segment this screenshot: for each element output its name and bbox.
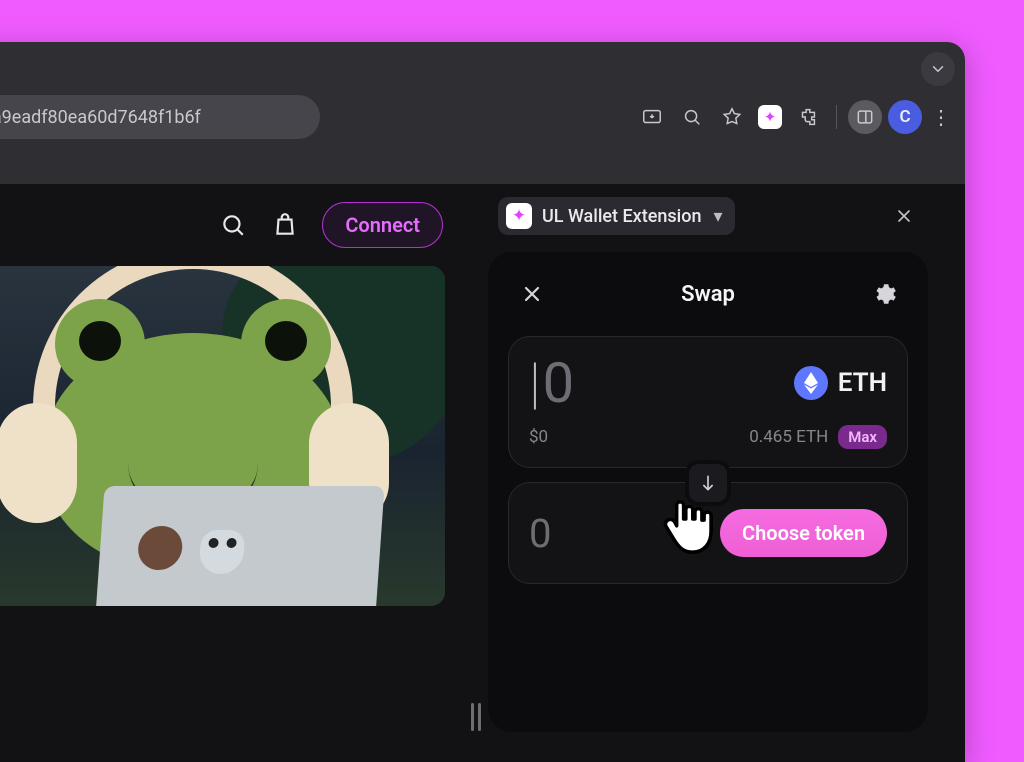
wallet-side-panel: ✦ UL Wallet Extension ▾ Swap xyxy=(488,194,928,762)
bookmark-star-icon[interactable] xyxy=(715,100,749,134)
swap-close-button[interactable] xyxy=(512,274,552,314)
swap-to-amount-value: 0 xyxy=(529,510,551,557)
window-dropdown-button[interactable] xyxy=(921,52,955,86)
caret-down-icon: ▾ xyxy=(713,206,722,227)
address-text: e306a9eadf80ea60d7648f1b6f xyxy=(0,107,201,128)
wallet-panel-header: ✦ UL Wallet Extension ▾ xyxy=(488,194,928,238)
wallet-logo-icon: ✦ xyxy=(506,203,532,229)
swap-card: Swap |0 xyxy=(488,252,928,732)
wallet-selector[interactable]: ✦ UL Wallet Extension ▾ xyxy=(498,197,735,235)
swap-from-balance: 0.465 ETH xyxy=(749,427,828,447)
choose-token-label: Choose token xyxy=(742,521,865,545)
page-content: Connect xyxy=(0,184,965,762)
swap-from-token-symbol: ETH xyxy=(838,368,887,398)
panel-close-button[interactable] xyxy=(890,202,918,230)
choose-token-button[interactable]: Choose token xyxy=(720,509,887,557)
swap-to-amount: 0 xyxy=(529,510,551,557)
sidepanel-toggle-icon[interactable] xyxy=(848,100,882,134)
swap-settings-button[interactable] xyxy=(864,274,904,314)
zoom-icon[interactable] xyxy=(675,100,709,134)
address-bar[interactable]: e306a9eadf80ea60d7648f1b6f xyxy=(0,95,320,139)
bookmarks-bar: ase... xyxy=(0,148,965,182)
install-app-icon[interactable] xyxy=(635,100,669,134)
pane-splitter-handle[interactable] xyxy=(470,700,482,734)
pointer-cursor-icon xyxy=(659,495,715,563)
swap-to-box: 0 Choose token xyxy=(508,482,908,584)
swap-from-amount-value: 0 xyxy=(543,350,574,416)
text-cursor-icon: | xyxy=(529,350,541,416)
shopping-bag-icon[interactable] xyxy=(270,210,300,240)
kebab-menu-icon[interactable]: ⋮ xyxy=(931,105,951,129)
eth-icon xyxy=(794,366,828,400)
profile-initial: C xyxy=(899,107,910,127)
profile-avatar[interactable]: C xyxy=(888,100,922,134)
connect-wallet-button[interactable]: Connect xyxy=(322,202,443,248)
nft-image[interactable] xyxy=(0,266,445,606)
swap-from-fiat: $0 xyxy=(529,427,548,447)
dapp-panel: Connect xyxy=(0,184,465,762)
wallet-extension-icon[interactable]: ✦ xyxy=(758,105,782,129)
swap-title: Swap xyxy=(681,282,735,307)
browser-window: e306a9eadf80ea60d7648f1b6f ✦ C ⋮ ase... xyxy=(0,42,965,762)
connect-label: Connect xyxy=(345,213,420,237)
browser-toolbar: e306a9eadf80ea60d7648f1b6f ✦ C ⋮ xyxy=(0,92,965,142)
search-icon[interactable] xyxy=(218,210,248,240)
swap-from-box: |0 ETH $0 0.465 xyxy=(508,336,908,468)
swap-from-amount-input[interactable]: |0 xyxy=(529,355,574,411)
dapp-header: Connect xyxy=(0,184,465,266)
extensions-puzzle-icon[interactable] xyxy=(791,100,825,134)
toolbar-separator xyxy=(836,105,837,129)
max-button[interactable]: Max xyxy=(838,425,887,449)
swap-from-token-selector[interactable]: ETH xyxy=(794,366,887,400)
wallet-selector-label: UL Wallet Extension xyxy=(542,206,701,227)
